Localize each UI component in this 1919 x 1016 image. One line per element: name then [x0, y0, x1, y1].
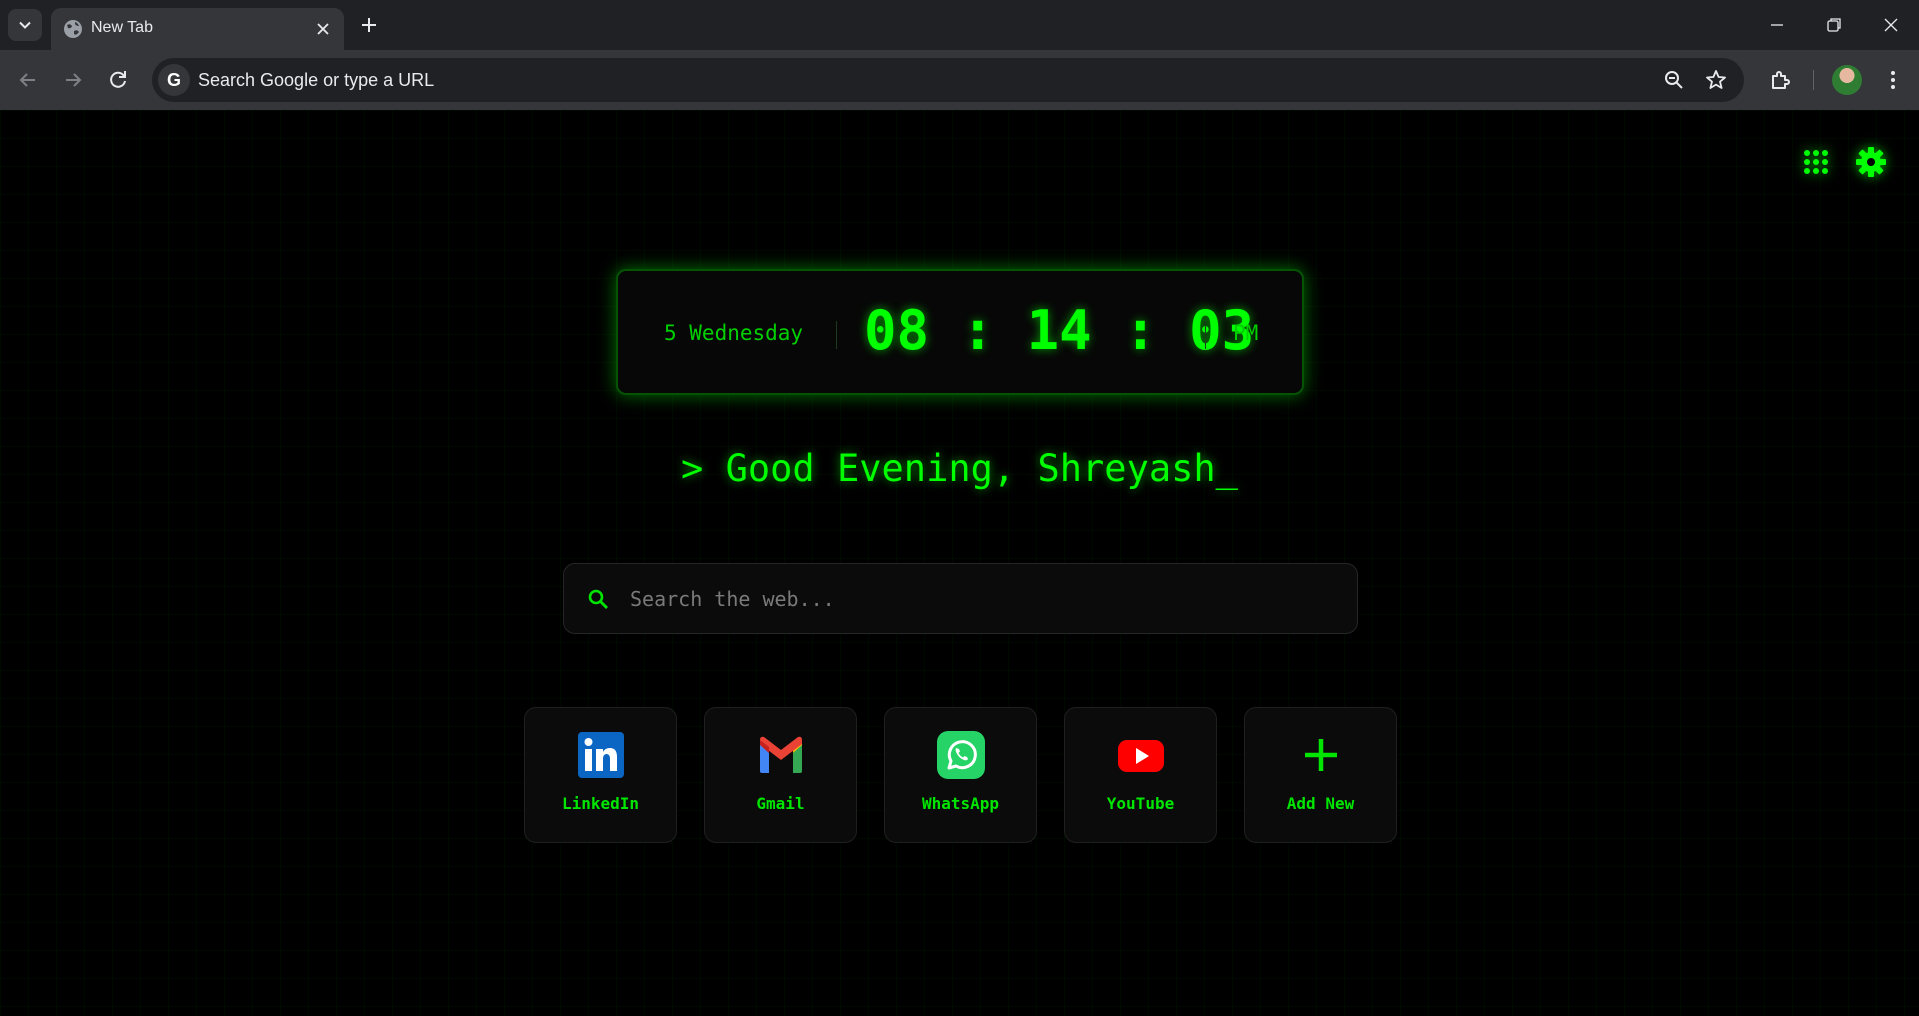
- tab-strip: New Tab: [0, 0, 1919, 50]
- profile-avatar[interactable]: [1832, 65, 1862, 95]
- close-tab-icon[interactable]: [314, 20, 332, 38]
- minimize-icon[interactable]: [1766, 14, 1788, 36]
- search-icon: [588, 589, 608, 609]
- clock-minutes: 14: [1026, 299, 1092, 362]
- address-bar[interactable]: G Search Google or type a URL: [152, 58, 1744, 102]
- clock-divider: [836, 321, 837, 349]
- extensions-puzzle-icon[interactable]: [1768, 67, 1794, 93]
- forward-arrow-icon[interactable]: [60, 67, 86, 93]
- plus-icon: [1305, 739, 1337, 771]
- shortcut-label: YouTube: [1106, 794, 1175, 813]
- shortcut-label: Gmail: [756, 794, 805, 813]
- settings-gear-icon[interactable]: [1855, 146, 1887, 178]
- shortcut-whatsapp[interactable]: WhatsApp: [884, 707, 1037, 843]
- shortcut-label: LinkedIn: [561, 794, 640, 813]
- clock-widget: 5 Wednesday 08 : 14 : 03 PM: [616, 269, 1304, 395]
- tab-title: New Tab: [91, 19, 153, 36]
- clock-hours: 08: [864, 299, 930, 362]
- bookmark-star-icon[interactable]: [1705, 69, 1727, 91]
- clock-time: 08 : 14 : 03: [864, 299, 1254, 362]
- globe-icon: [64, 20, 82, 38]
- clock-ampm: PM: [1233, 321, 1259, 345]
- shortcut-label: Add New: [1286, 794, 1355, 813]
- whatsapp-icon: [937, 731, 985, 779]
- search-input[interactable]: [628, 578, 1332, 620]
- shortcuts-row: LinkedIn Gmail WhatsApp YouTube Add New: [524, 707, 1398, 844]
- browser-toolbar: G Search Google or type a URL: [0, 50, 1919, 110]
- new-tab-page: 5 Wednesday 08 : 14 : 03 PM > Good Eveni…: [0, 110, 1919, 1016]
- youtube-icon: [1118, 740, 1164, 772]
- greeting-text: > Good Evening, Shreyash_: [681, 447, 1238, 490]
- linkedin-icon: [578, 732, 624, 778]
- clock-separator: :: [961, 299, 995, 362]
- close-window-icon[interactable]: [1880, 14, 1902, 36]
- more-menu-icon[interactable]: [1880, 67, 1906, 93]
- shortcut-add-new[interactable]: Add New: [1244, 707, 1397, 843]
- address-bar-placeholder: Search Google or type a URL: [198, 70, 435, 90]
- new-tab-button[interactable]: [357, 13, 381, 37]
- shortcut-gmail[interactable]: Gmail: [704, 707, 857, 843]
- clock-separator: :: [1124, 299, 1157, 362]
- search-bar[interactable]: [563, 563, 1358, 634]
- gmail-icon: [760, 736, 802, 773]
- toolbar-divider: [1813, 70, 1814, 90]
- shortcut-youtube[interactable]: YouTube: [1064, 707, 1217, 843]
- clock-date: 5 Wednesday: [664, 321, 804, 345]
- reload-icon[interactable]: [105, 67, 131, 93]
- shortcut-label: WhatsApp: [921, 794, 1000, 813]
- shortcut-linkedin[interactable]: LinkedIn: [524, 707, 677, 843]
- tab-search-button[interactable]: [8, 9, 42, 41]
- google-icon: G: [158, 64, 190, 96]
- back-arrow-icon[interactable]: [15, 67, 41, 93]
- restore-icon[interactable]: [1823, 14, 1845, 36]
- apps-grid-icon[interactable]: [1800, 146, 1832, 178]
- clock-divider: [1205, 321, 1206, 349]
- tab-new-tab[interactable]: New Tab: [51, 8, 344, 50]
- zoom-out-icon[interactable]: [1663, 69, 1685, 91]
- chevron-down-icon: [19, 21, 31, 29]
